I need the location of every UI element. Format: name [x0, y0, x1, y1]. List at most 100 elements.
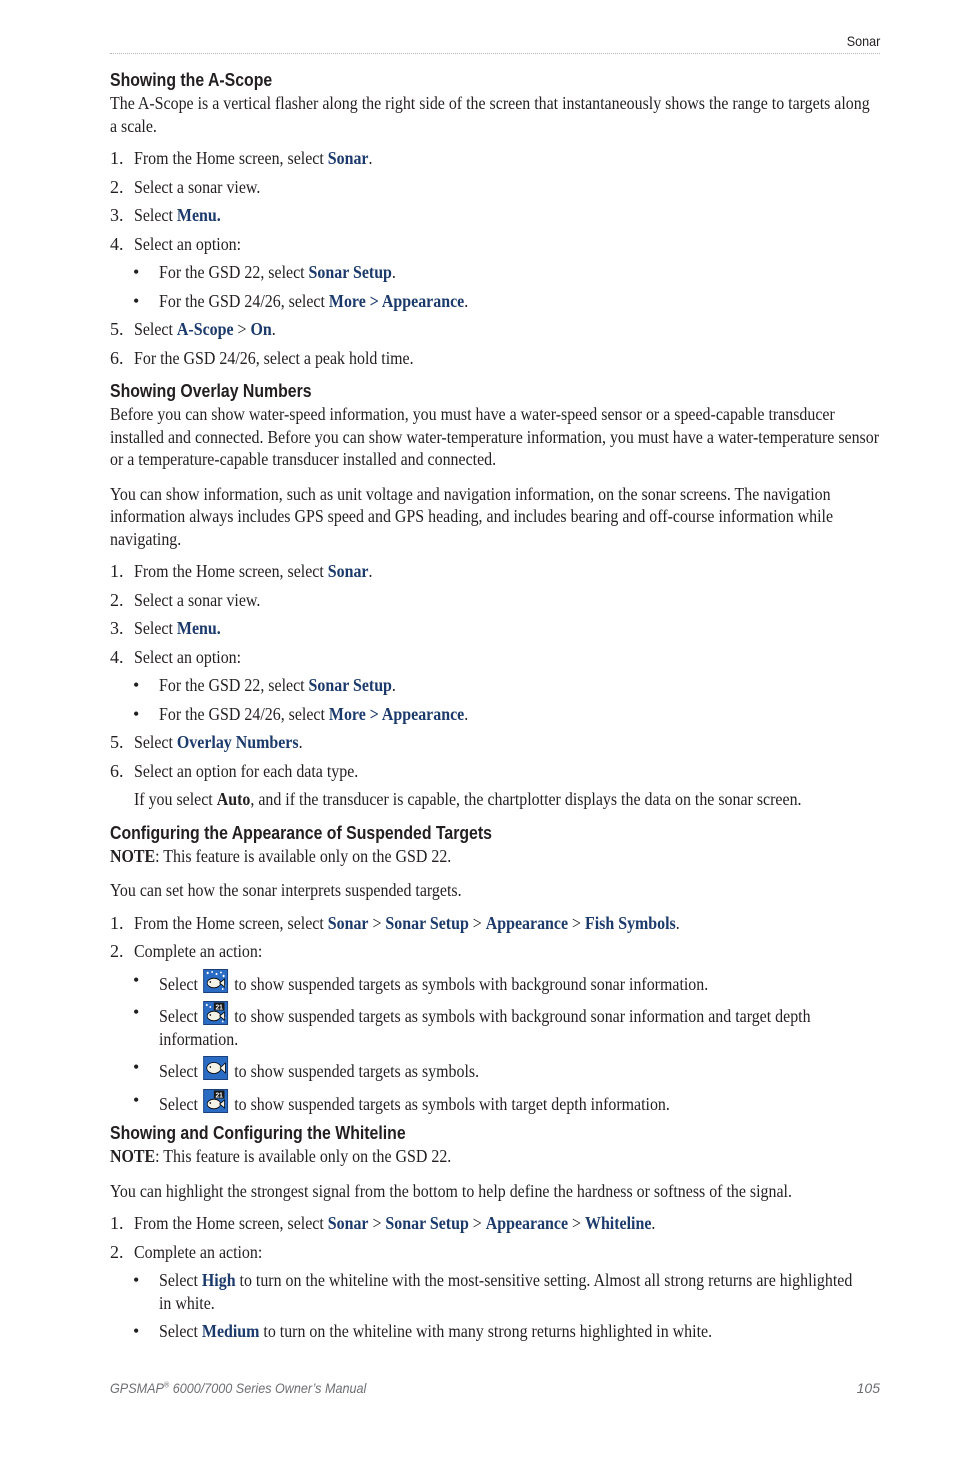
section-intro: The A-Scope is a vertical flasher along …: [110, 93, 870, 136]
step-text: From the Home screen, select: [134, 912, 328, 933]
footer-title-text: 6000/7000 Series Owner’s Manual: [169, 1380, 367, 1396]
step-number: 4.: [110, 233, 124, 254]
bullet-text: Select: [159, 1270, 202, 1290]
punct: .: [464, 290, 469, 311]
bullet-item: • Select to show suspended targets as sym…: [110, 968, 880, 996]
bullet-text: Select: [159, 1321, 202, 1341]
step-item: 1. From the Home screen, select Sonar > S…: [110, 912, 880, 935]
bullet-item: • Select 21 to show suspended targets as …: [110, 1088, 880, 1116]
step-text: Select an option for each data type.: [134, 760, 359, 781]
menu-separator: >: [368, 1213, 386, 1233]
step-number: 5.: [110, 319, 124, 339]
bullet-dot: •: [133, 290, 140, 311]
bullet-item: • For the GSD 22, select Sonar Setup.: [110, 261, 880, 284]
bullet-item: • Select 21 to show suspended targets as …: [110, 1001, 880, 1050]
option-high: High: [201, 1270, 236, 1290]
section-suspended-targets: Configuring the Appearance of Suspended …: [110, 821, 880, 1116]
step-text: For the GSD 24/26, select a peak hold ti…: [134, 347, 414, 368]
bullet-text: Select: [159, 1093, 202, 1114]
menu-separator: >: [368, 912, 386, 933]
running-header-section: Sonar: [846, 33, 880, 49]
step-text: From the Home screen, select: [134, 561, 328, 581]
note-label: NOTE: [110, 1146, 156, 1166]
step-number: 2.: [110, 941, 124, 961]
punct: .: [271, 319, 276, 339]
step-list: 1. From the Home screen, select Sonar > S…: [110, 1212, 880, 1343]
menu-separator: >: [468, 912, 486, 933]
menu-item-on: On: [250, 319, 272, 339]
note-label: NOTE: [110, 845, 156, 866]
step-item: 6. Select an option for each data type.: [110, 760, 880, 783]
section-heading: Showing and Configuring the Whiteline: [110, 1123, 406, 1143]
page-content: Showing the A-Scope The A-Scope is a ver…: [110, 68, 880, 1349]
intro-text: You can set how the sonar interprets sus…: [110, 880, 462, 900]
bullet-item: • Select High to turn on the whiteline wi…: [110, 1269, 880, 1314]
step-number: 2.: [110, 176, 124, 197]
step-item: 3. Select Menu.: [110, 617, 880, 640]
step-number: 3.: [110, 618, 124, 638]
punct: .: [298, 732, 303, 752]
step-item: 6. For the GSD 24/26, select a peak hold …: [110, 347, 880, 370]
fish-with-background-and-depth-icon: 21: [203, 1001, 229, 1025]
bullet-dot: •: [133, 1057, 140, 1077]
bullet-item: • For the GSD 22, select Sonar Setup.: [110, 674, 880, 697]
option-auto: Auto: [216, 789, 251, 809]
bullet-item: • For the GSD 24/26, select More > Appear…: [110, 290, 880, 313]
option-medium: Medium: [201, 1321, 260, 1341]
step-item: 2. Select a sonar view.: [110, 176, 880, 199]
punct: .: [391, 262, 396, 282]
menu-separator: >: [468, 1213, 486, 1233]
intro-text: You can highlight the strongest signal f…: [110, 1180, 792, 1201]
step-item: 5. Select A-Scope > On.: [110, 318, 880, 341]
note-text: : This feature is available only on the …: [155, 845, 452, 866]
bullet-text: to show suspended targets as symbols wit…: [230, 973, 709, 994]
menu-item-fish-symbols: Fish Symbols: [585, 912, 676, 933]
bullet-dot: •: [133, 1270, 140, 1290]
step-item: 1. From the Home screen, select Sonar.: [110, 560, 880, 583]
bullet-text: to turn on the whiteline with many stron…: [259, 1321, 713, 1341]
menu-item-appearance: Appearance: [485, 1213, 569, 1233]
step-list: 1. From the Home screen, select Sonar. 2.…: [110, 560, 880, 782]
bullet-text: to show suspended targets as symbols.: [230, 1061, 480, 1081]
menu-item-overlay-numbers: Overlay Numbers: [176, 732, 299, 752]
section-a-scope: Showing the A-Scope The A-Scope is a ver…: [110, 68, 880, 369]
menu-separator: >: [568, 912, 586, 933]
step-number: 1.: [110, 1213, 124, 1233]
bullet-dot: •: [133, 1089, 140, 1110]
step-number: 4.: [110, 646, 124, 667]
fish-with-depth-icon: 21: [203, 1088, 229, 1113]
depth-badge: 21: [216, 1091, 223, 1099]
menu-item-menu: Menu.: [176, 205, 221, 225]
step-number: 1.: [110, 561, 124, 581]
step-text: From the Home screen, select: [134, 148, 328, 168]
fish-icon: [203, 1056, 229, 1080]
step-number: 5.: [110, 732, 124, 752]
step-list: 1. From the Home screen, select Sonar > S…: [110, 912, 880, 1116]
menu-item-more-appearance: More > Appearance: [328, 290, 465, 311]
step-number: 3.: [110, 205, 124, 225]
step-text: Complete an action:: [134, 941, 263, 961]
bullet-dot: •: [133, 675, 140, 695]
menu-item-menu: Menu.: [176, 618, 221, 638]
menu-item-sonar-setup: Sonar Setup: [385, 1213, 469, 1233]
note-text: , and if the transducer is capable, the …: [250, 789, 802, 809]
section-note: NOTE: This feature is available only on …: [110, 845, 880, 868]
menu-item-appearance: Appearance: [485, 912, 569, 933]
bullet-text: Select: [159, 1006, 202, 1026]
step-item: 2. Select a sonar view.: [110, 589, 880, 612]
punct: .: [675, 912, 680, 933]
step-text: Complete an action:: [134, 1241, 263, 1262]
step-number: 2.: [110, 589, 124, 610]
step-text: Select: [134, 205, 177, 225]
depth-badge: 21: [216, 1003, 223, 1011]
step-text: Select an option:: [134, 233, 242, 254]
step-text: Select: [134, 732, 177, 752]
step-text: Select a sonar view.: [134, 589, 261, 610]
punct: .: [368, 148, 373, 168]
step-item: 1. From the Home screen, select Sonar.: [110, 147, 880, 170]
step-item: 2. Complete an action:: [110, 940, 880, 963]
section-intro: Before you can show water-speed informat…: [110, 404, 880, 469]
menu-item-sonar-setup: Sonar Setup: [385, 912, 469, 933]
step-item: 5. Select Overlay Numbers.: [110, 731, 880, 754]
step-number: 1.: [110, 148, 124, 168]
